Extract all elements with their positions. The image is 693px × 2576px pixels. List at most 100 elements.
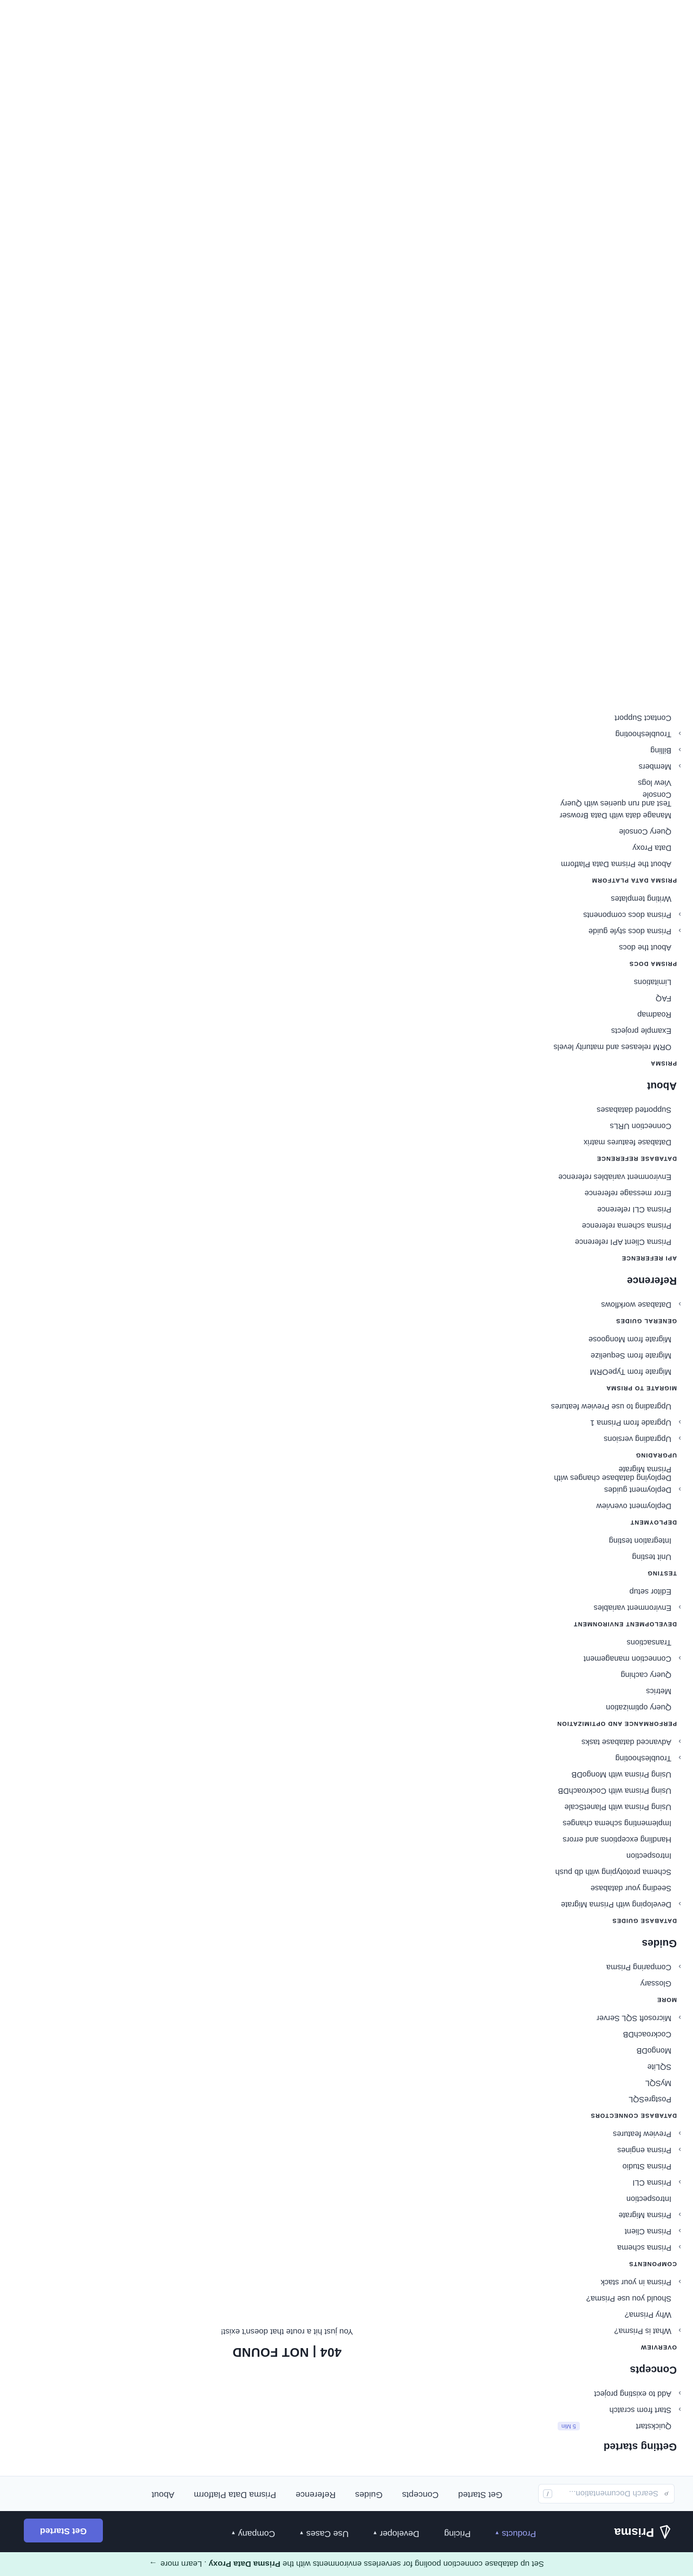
announcement-learn-more[interactable]: . Learn more xyxy=(160,2560,206,2569)
sidebar-item[interactable]: Error message reference xyxy=(536,1185,677,1201)
sidebar-item[interactable]: Billing xyxy=(536,742,677,758)
sidebar-item[interactable]: PostgreSQL xyxy=(536,2091,677,2107)
sidebar-item[interactable]: Using Prisma with MongoDB xyxy=(536,1766,677,1782)
sidebar-item[interactable]: Prisma Studio xyxy=(536,2158,677,2174)
sidebar-item[interactable]: About the docs xyxy=(536,939,677,955)
announcement-product[interactable]: Prisma Data Proxy xyxy=(208,2560,280,2569)
get-started-button[interactable]: Get Started xyxy=(24,2519,103,2542)
sidebar-item[interactable]: Why Prisma? xyxy=(536,2306,677,2323)
sidebar-item[interactable]: Upgrading to use Preview features xyxy=(536,1398,677,1414)
sidebar-item[interactable]: Query optimization xyxy=(536,1699,677,1715)
sidebar-item[interactable]: Supported databases xyxy=(536,1102,677,1118)
sidebar-item[interactable]: Roadmap xyxy=(536,1006,677,1022)
sidebar-item[interactable]: Comparing Prisma xyxy=(536,1959,677,1975)
sidebar-item[interactable]: Manage data with Data Browser xyxy=(536,807,677,823)
sidebar-group-heading: TESTING xyxy=(647,1570,677,1576)
sidebar-item[interactable]: Advanced database tasks xyxy=(536,1734,677,1750)
sidebar-item[interactable]: Data Proxy xyxy=(536,840,677,856)
sidebar-item[interactable]: Test and run queries with Query Console xyxy=(536,790,677,808)
nav-link-company[interactable]: Company ▾ xyxy=(232,2528,275,2538)
sidebar-item[interactable]: Deploying database changes with Prisma M… xyxy=(536,1465,677,1482)
sidebar-item[interactable]: Should you use Prisma? xyxy=(536,2290,677,2306)
sidebar-item[interactable]: Writing templates xyxy=(536,890,677,907)
sidebar-item[interactable]: Upgrading versions xyxy=(536,1431,677,1447)
sidebar-item[interactable]: Migrate from Mongoose xyxy=(536,1331,677,1347)
sidebar-item[interactable]: Members xyxy=(536,758,677,775)
search-input[interactable]: ⌕ Search Documentation... / xyxy=(538,2484,675,2503)
sidebar-item[interactable]: Prisma CLI reference xyxy=(536,1201,677,1217)
sidebar-item[interactable]: Seeding your database xyxy=(536,1880,677,1896)
sidebar-item[interactable]: Transactions xyxy=(536,1634,677,1650)
sidebar-item[interactable]: Connection URLs xyxy=(536,1118,677,1134)
sidebar-item[interactable]: Implementing schema changes xyxy=(536,1815,677,1831)
sidebar-item[interactable]: SQLite xyxy=(536,2059,677,2075)
sidebar-item[interactable]: Database workflows xyxy=(536,1296,677,1313)
sidebar-item[interactable]: Prisma docs components xyxy=(536,907,677,923)
sidebar-item[interactable]: Deployment overview xyxy=(536,1498,677,1514)
tab-concepts[interactable]: Concepts xyxy=(402,2489,439,2499)
sidebar-item[interactable]: Integration testing xyxy=(536,1532,677,1549)
tab-about[interactable]: About xyxy=(152,2489,174,2499)
sidebar-item[interactable]: Start from scratch xyxy=(536,2402,677,2418)
sidebar-item[interactable]: Migrate from Sequelize xyxy=(536,1347,677,1364)
sidebar-item[interactable]: Unit testing xyxy=(536,1549,677,1565)
sidebar-item[interactable]: MongoDB xyxy=(536,2042,677,2059)
sidebar-item[interactable]: Developing with Prisma Migrate xyxy=(536,1896,677,1912)
sidebar-item[interactable]: Editor setup xyxy=(536,1583,677,1600)
tab-guides[interactable]: Guides xyxy=(355,2489,383,2499)
sidebar-item[interactable]: Upgrade from Prisma 1 xyxy=(536,1414,677,1431)
sidebar-item[interactable]: FAQ xyxy=(536,990,677,1006)
sidebar-item[interactable]: CockroachDB xyxy=(536,2026,677,2042)
sidebar-item[interactable]: Prisma schema xyxy=(536,2239,677,2256)
sidebar-item[interactable]: Introspection xyxy=(536,2191,677,2207)
sidebar-item[interactable]: Query Console xyxy=(536,823,677,840)
sidebar-item[interactable]: Preview features xyxy=(536,2126,677,2142)
sidebar-item[interactable]: Prisma in your stack xyxy=(536,2274,677,2290)
sidebar-item[interactable]: Query caching xyxy=(536,1667,677,1683)
sidebar-item[interactable]: About the Prisma Data Platform xyxy=(536,856,677,872)
nav-link-pricing[interactable]: Pricing xyxy=(444,2528,470,2538)
sidebar-item[interactable]: Prisma Client API reference xyxy=(536,1234,677,1250)
sidebar-item[interactable]: Limitations xyxy=(536,974,677,990)
sidebar-item[interactable]: Troubleshooting xyxy=(536,1750,677,1766)
sidebar-item[interactable]: Deployment guides xyxy=(536,1482,677,1498)
sidebar-item[interactable]: Contact Support xyxy=(536,710,677,726)
sidebar-item[interactable]: Metrics xyxy=(536,1683,677,1699)
sidebar-item[interactable]: Prisma Client xyxy=(536,2223,677,2239)
tab-reference[interactable]: Reference xyxy=(296,2489,336,2499)
sidebar-item[interactable]: Example projects xyxy=(536,1022,677,1039)
sidebar-item[interactable]: Prisma Migrate xyxy=(536,2207,677,2223)
sidebar-item[interactable]: Add to existing project xyxy=(536,2385,677,2402)
sidebar-item[interactable]: Using Prisma with CockroachDB xyxy=(536,1782,677,1799)
sidebar-item[interactable]: Introspection xyxy=(536,1847,677,1864)
sidebar-item[interactable]: Handling exceptions and errors xyxy=(536,1831,677,1847)
sidebar-item[interactable]: Environment variables reference xyxy=(536,1169,677,1185)
sidebar-group-heading: DEPLOYMENT xyxy=(630,1519,677,1525)
sidebar-item[interactable]: Prisma CLI xyxy=(536,2174,677,2191)
sidebar-item[interactable]: Environment variables xyxy=(536,1600,677,1616)
sidebar-item[interactable]: MySQL xyxy=(536,2075,677,2091)
nav-link-use-cases[interactable]: Use Cases ▾ xyxy=(300,2528,349,2538)
sidebar-item[interactable]: Glossary xyxy=(536,1975,677,1991)
sidebar-item[interactable]: Microsoft SQL Server xyxy=(536,2010,677,2026)
sidebar-item[interactable]: Prisma schema reference xyxy=(536,1217,677,1234)
sidebar-item[interactable]: Database features matrix xyxy=(536,1134,677,1150)
sidebar-item[interactable]: Schema prototyping with db push xyxy=(536,1864,677,1880)
sidebar-item[interactable]: Connection management xyxy=(536,1650,677,1667)
sidebar-item[interactable]: Prisma engines xyxy=(536,2142,677,2158)
sidebar-item-label: Should you use Prisma? xyxy=(586,2294,671,2303)
nav-link-developer[interactable]: Developer ▾ xyxy=(374,2528,419,2538)
tab-get-started[interactable]: Get Started xyxy=(458,2489,502,2499)
sidebar-item[interactable]: ORM releases and maturity levels xyxy=(536,1039,677,1055)
tab-prisma-data-platform[interactable]: Prisma Data Platform xyxy=(194,2489,276,2499)
sidebar-item[interactable]: Prisma docs style guide xyxy=(536,923,677,939)
prisma-logo[interactable]: Prisma xyxy=(614,2525,671,2539)
sidebar-item[interactable]: View logs xyxy=(536,775,677,791)
sidebar-item[interactable]: Using Prisma with PlanetScale xyxy=(536,1799,677,1815)
sidebar-item[interactable]: Migrate from TypeORM xyxy=(536,1364,677,1380)
sidebar-item[interactable]: Troubleshooting xyxy=(536,726,677,742)
sidebar-item[interactable]: Quickstart 5 Min xyxy=(536,2418,677,2434)
sidebar-item[interactable]: What is Prisma? xyxy=(536,2323,677,2339)
nav-link-products[interactable]: Products ▾ xyxy=(495,2528,536,2538)
announcement-bar[interactable]: Set up database connection pooling for s… xyxy=(0,2552,693,2576)
